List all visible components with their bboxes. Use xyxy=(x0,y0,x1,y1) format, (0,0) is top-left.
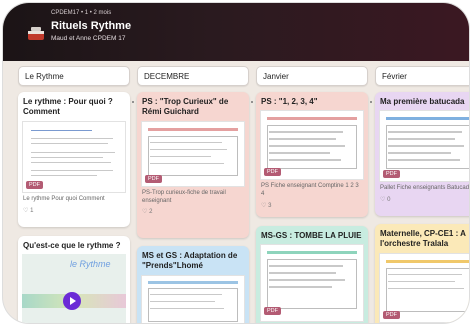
board-title: Rituels Rythme xyxy=(51,20,132,32)
pdf-preview[interactable]: PDF xyxy=(141,120,245,187)
like-count[interactable]: ♡ 3 xyxy=(256,199,368,213)
pdf-badge: PDF xyxy=(383,310,400,319)
card-1-2-3-4[interactable]: PS : "1, 2, 3, 4" PDF PS Fiche enseignan… xyxy=(256,92,368,217)
card-prends-lhome[interactable]: MS et GS : Adaptation de "Prends"Lhomé xyxy=(137,246,249,323)
pdf-preview[interactable]: PDF xyxy=(260,110,364,181)
column-janvier: Janvier PS : "1, 2, 3, 4" PDF PS Fiche e… xyxy=(256,66,368,323)
heart-icon[interactable]: ♡ xyxy=(23,208,28,214)
card-caption: Pallet Fiche enseignants Batucada xyxy=(380,185,469,192)
column-header[interactable]: Février xyxy=(375,66,469,86)
column-menu-icon[interactable] xyxy=(132,101,135,107)
column-menu-icon[interactable] xyxy=(251,101,254,107)
card-title: MS-GS : TOMBE LA PLUIE xyxy=(261,231,362,240)
column-fevrier: Février Ma première batucada PDF Pallet … xyxy=(375,66,469,323)
card-title: PS : "Trop Curieux" de Rémi Guichard xyxy=(142,97,229,117)
board-logo-icon xyxy=(28,27,44,40)
column-header[interactable]: Le Rythme xyxy=(18,66,130,86)
column-header[interactable]: DECEMBRE xyxy=(137,66,249,86)
card-title: MS et GS : Adaptation de "Prends"Lhomé xyxy=(142,251,238,271)
card-title: Maternelle, CP-CE1 : A l'orchestre Trala… xyxy=(380,229,466,249)
like-count[interactable]: ♡ 0 xyxy=(375,193,469,207)
pdf-badge: PDF xyxy=(145,174,162,183)
pdf-badge: PDF xyxy=(26,180,43,189)
column-decembre: DECEMBRE PS : "Trop Curieux" de Rémi Gui… xyxy=(137,66,249,323)
video-title-text: le Rythme xyxy=(70,259,111,270)
like-count[interactable]: ♡ 2 xyxy=(137,205,249,219)
card-trop-curieux[interactable]: PS : "Trop Curieux" de Rémi Guichard PDF… xyxy=(137,92,249,238)
column-header[interactable]: Janvier xyxy=(256,66,368,86)
card-batucada[interactable]: Ma première batucada PDF Pallet Fiche en… xyxy=(375,92,469,216)
card-caption: PS Fiche enseignant Comptine 1 2 3 4 xyxy=(261,183,359,198)
heart-icon[interactable]: ♡ xyxy=(261,203,266,209)
card-title: Ma première batucada xyxy=(380,97,465,106)
pdf-preview[interactable]: PDF xyxy=(22,120,126,193)
board-header: CPDEM17 • 1 • 2 mois Rituels Rythme Maud… xyxy=(3,3,469,61)
breadcrumb[interactable]: CPDEM17 • 1 • 2 mois xyxy=(51,10,111,16)
card-title: Qu'est-ce que le rythme ? xyxy=(23,241,121,250)
card-rythme-pourquoi[interactable]: Le rythme : Pour quoi ? Comment PDF Le r… xyxy=(18,92,130,227)
pdf-badge: PDF xyxy=(264,307,281,316)
column-le-rythme: Le Rythme Le rythme : Pour quoi ? Commen… xyxy=(18,66,130,323)
pdf-preview[interactable]: PDF xyxy=(379,252,469,323)
pdf-badge: PDF xyxy=(383,170,400,179)
board-frame: CPDEM17 • 1 • 2 mois Rituels Rythme Maud… xyxy=(3,3,469,323)
video-preview[interactable]: le Rythme xyxy=(22,254,126,323)
pdf-preview[interactable]: PDF xyxy=(260,244,364,323)
like-count[interactable]: ♡ 1 xyxy=(18,204,130,218)
heart-icon[interactable]: ♡ xyxy=(142,209,147,215)
card-caption: Le rythme Pour quoi Comment xyxy=(23,195,105,202)
card-title: Le rythme : Pour quoi ? Comment xyxy=(23,97,113,117)
card-tombe-la-pluie[interactable]: MS-GS : TOMBE LA PLUIE PDF xyxy=(256,226,368,323)
pdf-badge: PDF xyxy=(264,168,281,177)
heart-icon[interactable]: ♡ xyxy=(380,197,385,203)
pdf-preview[interactable]: PDF xyxy=(379,110,469,183)
column-menu-icon[interactable] xyxy=(370,101,373,107)
card-quest-ce-que-rythme[interactable]: Qu'est-ce que le rythme ? le Rythme xyxy=(18,236,130,323)
card-caption: PS-Trop curieux-fiche de travail enseign… xyxy=(142,189,226,204)
card-title: PS : "1, 2, 3, 4" xyxy=(261,97,318,106)
pdf-preview[interactable] xyxy=(141,274,245,323)
board-subtitle: Maud et Anne CPDEM 17 xyxy=(51,35,126,42)
card-orchestre-tralala[interactable]: Maternelle, CP-CE1 : A l'orchestre Trala… xyxy=(375,224,469,323)
columns-area: Le Rythme Le rythme : Pour quoi ? Commen… xyxy=(18,66,469,323)
